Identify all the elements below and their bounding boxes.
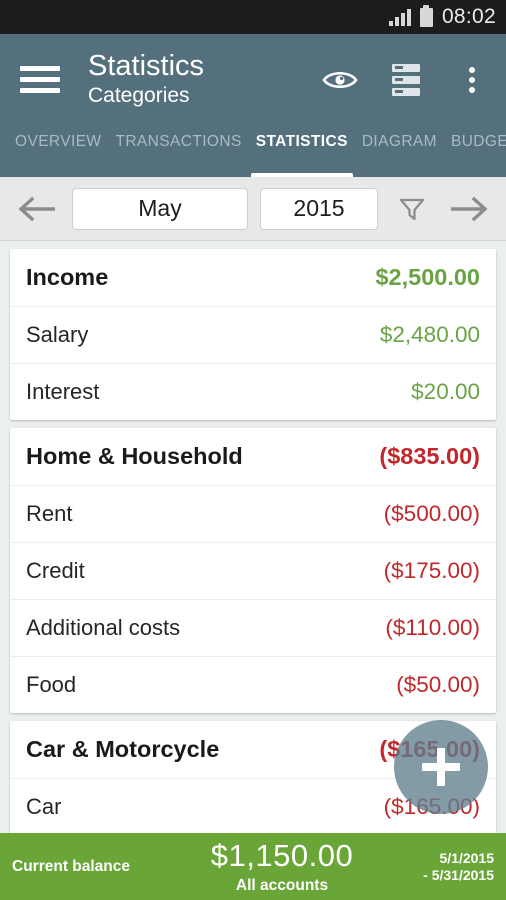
- date-range-from: 5/1/2015: [439, 849, 495, 866]
- subcategory-amount: ($50.00): [396, 672, 480, 697]
- balance-label: Current balance: [12, 857, 131, 875]
- subcategory-name: Credit: [26, 558, 85, 583]
- subcategory-name: Food: [26, 672, 77, 697]
- app-root: 08:02 Statistics Categories OVERVIEW TRA…: [0, 0, 506, 900]
- eye-icon[interactable]: [322, 62, 358, 98]
- page-title: Statistics: [88, 50, 205, 82]
- category-name: Income: [26, 264, 109, 290]
- status-bar-clock: 08:02: [441, 5, 496, 28]
- tab-diagram[interactable]: DIAGRAM: [355, 125, 444, 177]
- table-row[interactable]: Rent ($500.00): [10, 485, 496, 542]
- date-navigation-bar: May 2015: [0, 177, 506, 241]
- category-total: $2,500.00: [375, 264, 480, 290]
- category-total: ($835.00): [379, 443, 480, 469]
- balance-date-range: 5/1/2015 - 5/31/2015: [402, 850, 494, 884]
- balance-center: $1,150.00 All accounts: [162, 840, 402, 894]
- balance-amount: $1,150.00: [210, 837, 354, 873]
- subcategory-name: Rent: [26, 501, 73, 526]
- month-selector[interactable]: May: [72, 187, 248, 230]
- category-name: Home & Household: [26, 443, 243, 469]
- category-header-row[interactable]: Income $2,500.00: [10, 249, 496, 306]
- toolbar-actions: [322, 62, 490, 98]
- tab-budgets[interactable]: BUDGETS: [444, 125, 506, 177]
- subcategory-amount: $2,480.00: [379, 322, 480, 347]
- subcategory-amount: $20.00: [411, 379, 480, 404]
- year-selector[interactable]: 2015: [260, 187, 378, 230]
- subcategory-amount: ($175.00): [383, 558, 480, 583]
- category-header-row[interactable]: Home & Household ($835.00): [10, 428, 496, 485]
- subcategory-name: Car: [26, 794, 62, 819]
- toolbar-titles: Statistics Categories: [88, 50, 322, 109]
- arrow-left-icon[interactable]: [14, 186, 60, 232]
- subcategory-name: Additional costs: [26, 615, 181, 640]
- table-row[interactable]: Salary $2,480.00: [10, 306, 496, 363]
- table-row[interactable]: Additional costs ($110.00): [10, 599, 496, 656]
- current-balance-bar: Current balance $1,150.00 All accounts 5…: [0, 833, 506, 900]
- date-range-to: - 5/31/2015: [423, 866, 494, 883]
- table-row[interactable]: Interest $20.00: [10, 363, 496, 420]
- list-rows-icon[interactable]: [388, 62, 424, 98]
- tab-overview[interactable]: OVERVIEW: [8, 125, 108, 177]
- category-name: Car & Motorcycle: [26, 736, 220, 762]
- overflow-menu-icon[interactable]: [454, 62, 490, 98]
- battery-icon: [419, 4, 433, 27]
- add-plus-icon[interactable]: [394, 720, 488, 814]
- arrow-right-icon[interactable]: [446, 186, 492, 232]
- category-card-home-household: Home & Household ($835.00) Rent ($500.00…: [10, 428, 496, 713]
- subcategory-amount: ($110.00): [385, 615, 480, 640]
- funnel-filter-icon[interactable]: [390, 187, 434, 231]
- balance-accounts: All accounts: [235, 876, 329, 894]
- subcategory-name: Interest: [26, 379, 100, 404]
- page-subtitle: Categories: [88, 84, 190, 107]
- tab-statistics[interactable]: STATISTICS: [249, 125, 355, 177]
- status-bar: 08:02: [0, 0, 506, 34]
- subcategory-name: Salary: [26, 322, 89, 347]
- table-row[interactable]: Credit ($175.00): [10, 542, 496, 599]
- table-row[interactable]: Food ($50.00): [10, 656, 496, 713]
- signal-bars-icon: [388, 8, 411, 26]
- app-toolbar: Statistics Categories: [0, 34, 506, 125]
- tab-transactions[interactable]: TRANSACTIONS: [108, 125, 248, 177]
- hamburger-menu-icon[interactable]: [20, 66, 60, 93]
- subcategory-amount: ($500.00): [383, 501, 480, 526]
- tab-bar: OVERVIEW TRANSACTIONS STATISTICS DIAGRAM…: [0, 125, 506, 177]
- plus-glyph: [422, 748, 460, 786]
- category-card-income: Income $2,500.00 Salary $2,480.00 Intere…: [10, 249, 496, 420]
